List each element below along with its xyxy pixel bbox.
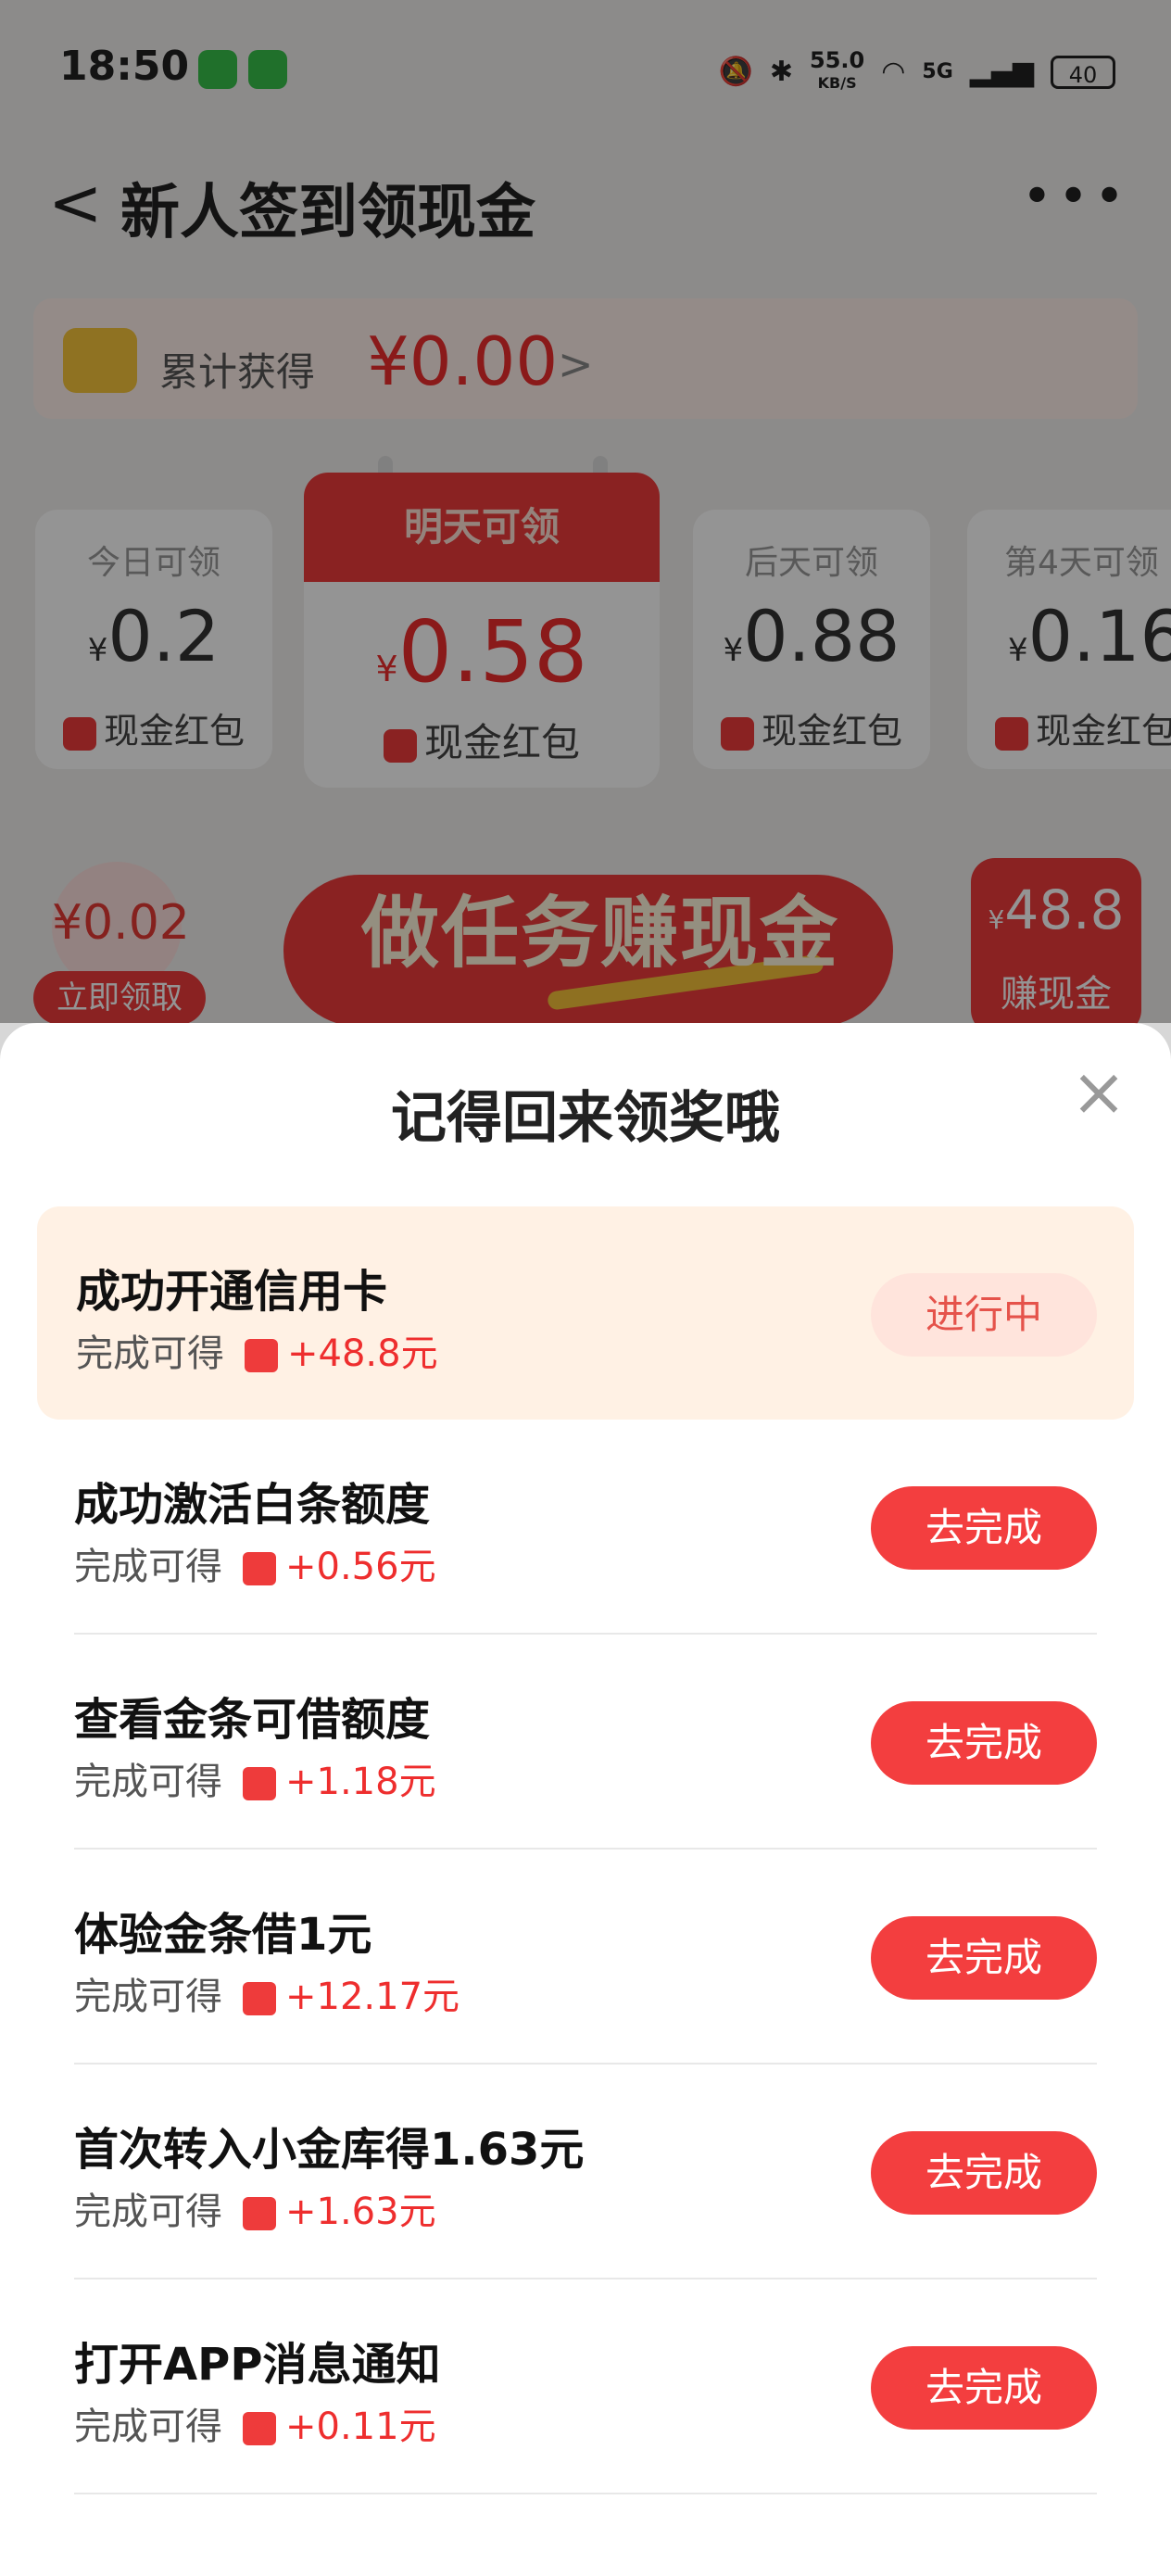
red-packet-icon: [243, 1767, 276, 1800]
task-row: 成功激活白条额度 完成可得 +0.56元 去完成: [74, 1420, 1097, 1635]
go-complete-button[interactable]: 去完成: [871, 2346, 1097, 2430]
sheet-title: 记得回来领奖哦: [391, 1086, 780, 1151]
modal-overlay[interactable]: [0, 0, 1171, 1023]
red-packet-icon: [243, 1982, 276, 2015]
close-icon[interactable]: ×: [1069, 1058, 1128, 1125]
red-packet-icon: [243, 2412, 276, 2445]
task-row: 打开APP消息通知 完成可得 +0.11元 去完成: [74, 2279, 1097, 2494]
task-row: 查看金条可借额度 完成可得 +1.18元 去完成: [74, 1635, 1097, 1850]
task-sheet: 记得回来领奖哦 × 成功开通信用卡 完成可得 +48.8元 进行中 成功激活白条额…: [0, 1023, 1171, 2576]
red-packet-icon: [243, 1552, 276, 1585]
task-row: 首次转入小金库得1.63元 完成可得 +1.63元 去完成: [74, 2065, 1097, 2279]
go-complete-button[interactable]: 去完成: [871, 1701, 1097, 1785]
in-progress-button[interactable]: 进行中: [871, 1273, 1097, 1357]
task-row[interactable]: 成功开通信用卡 完成可得 +48.8元 进行中: [37, 1206, 1134, 1420]
task-row: 体验金条借1元 完成可得 +12.17元 去完成: [74, 1850, 1097, 2065]
red-packet-icon: [243, 2197, 276, 2230]
red-packet-icon: [245, 1339, 278, 1372]
go-complete-button[interactable]: 去完成: [871, 2131, 1097, 2215]
go-complete-button[interactable]: 去完成: [871, 1486, 1097, 1570]
go-complete-button[interactable]: 去完成: [871, 1916, 1097, 2000]
